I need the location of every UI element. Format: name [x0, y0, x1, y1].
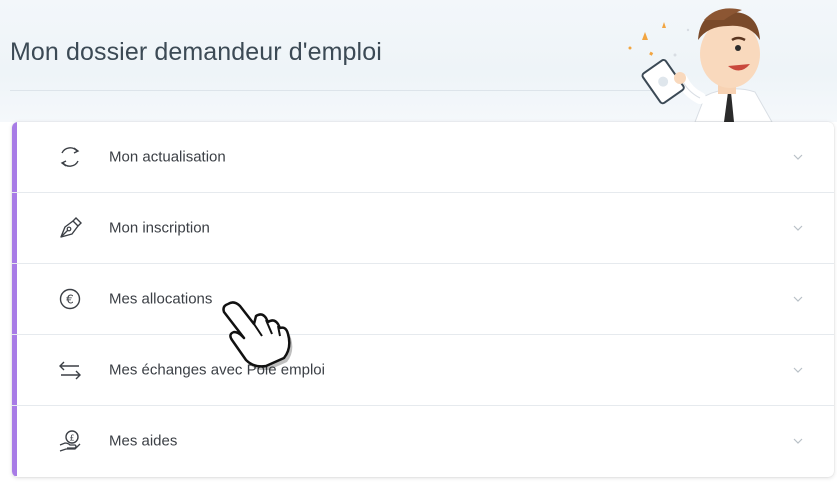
header-divider — [10, 90, 660, 91]
swap-arrows-icon — [56, 356, 84, 384]
pen-nib-icon — [56, 214, 84, 242]
accordion-item-label: Mes échanges avec Pôle emploi — [109, 361, 325, 379]
accordion-item-label: Mes aides — [109, 432, 178, 450]
accordion-item-echanges[interactable]: Mes échanges avec Pôle emploi — [12, 335, 834, 406]
euro-icon: € — [56, 285, 84, 313]
page: Mon dossier demandeur d'emploi Mon actua… — [0, 0, 837, 482]
accordion-item-label: Mon actualisation — [109, 148, 226, 166]
chevron-down-icon — [793, 225, 803, 231]
chevron-down-icon — [793, 296, 803, 302]
chevron-down-icon — [793, 154, 803, 160]
page-title: Mon dossier demandeur d'emploi — [10, 38, 382, 66]
accordion-item-label: Mes allocations — [109, 290, 213, 308]
svg-text:£: £ — [69, 434, 74, 443]
chevron-down-icon — [793, 438, 803, 444]
accordion-item-allocations[interactable]: € Mes allocations — [12, 264, 834, 335]
accordion-item-actualisation[interactable]: Mon actualisation — [12, 122, 834, 193]
accordion-item-aides[interactable]: £ Mes aides — [12, 406, 834, 476]
mascot-illustration — [628, 8, 773, 122]
dossier-accordion: Mon actualisation Mon inscription € Mes … — [12, 122, 834, 477]
refresh-icon — [56, 143, 84, 171]
svg-text:€: € — [66, 293, 74, 307]
hand-coin-icon: £ — [56, 427, 84, 455]
page-header: Mon dossier demandeur d'emploi — [0, 0, 837, 122]
accordion-item-label: Mon inscription — [109, 219, 210, 237]
chevron-down-icon — [793, 367, 803, 373]
accordion-item-inscription[interactable]: Mon inscription — [12, 193, 834, 264]
